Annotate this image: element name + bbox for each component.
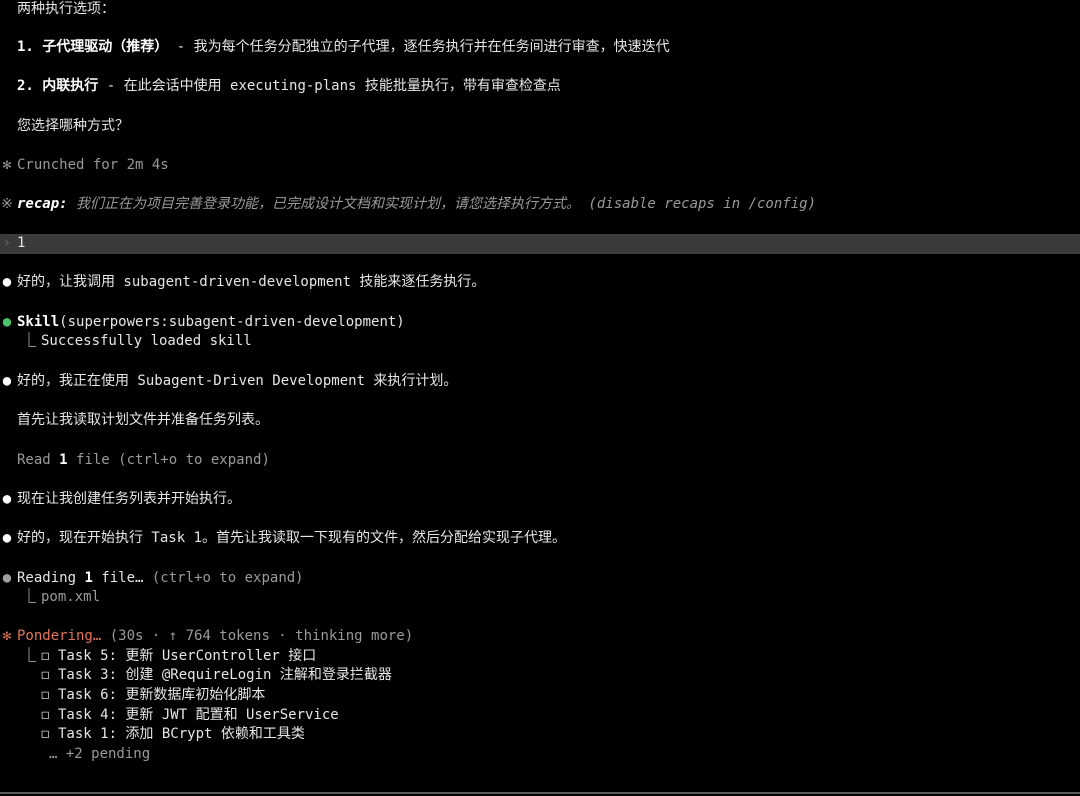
read-suffix: file (ctrl+o to expand) xyxy=(67,452,270,468)
status-line: ✻ Pondering… (30s · ↑ 764 tokens · think… xyxy=(0,627,1080,647)
tasks-pending: … +2 pending xyxy=(49,746,151,762)
skill-line: ● Skill(superpowers:subagent-driven-deve… xyxy=(0,313,1080,333)
option-2-line: 2. 内联执行 - 在此会话中使用 executing-plans 技能批量执行… xyxy=(0,77,1080,97)
message-line: 首先让我读取计划文件并准备任务列表。 xyxy=(0,411,1080,431)
task-label: Task 1: 添加 BCrypt 依赖和工具类 xyxy=(58,726,305,742)
task-label: Task 5: 更新 UserController 接口 xyxy=(58,648,317,664)
read-count: 1 xyxy=(59,452,68,468)
message-text: 首先让我读取计划文件并准备任务列表。 xyxy=(17,412,269,428)
tasks-pending-line: … +2 pending xyxy=(0,745,1080,765)
checkbox-icon: ◻ xyxy=(41,648,50,664)
bullet-icon: ● xyxy=(2,491,12,507)
task-item: ⎿ ◻ Task 5: 更新 UserController 接口 xyxy=(0,647,1080,667)
reading-file-line[interactable]: ● Reading 1 file… (ctrl+o to expand) xyxy=(0,569,1080,589)
user-input-line[interactable]: › 1 xyxy=(0,234,1080,254)
option-1-title: 1. 子代理驱动（推荐） xyxy=(17,39,169,55)
options-heading: 两种执行选项： xyxy=(17,1,115,17)
status: Pondering… (30s · ↑ 764 tokens · thinkin… xyxy=(17,627,413,647)
tree-branch-icon: ⎿ xyxy=(22,589,36,605)
bullet-icon: ● xyxy=(2,274,12,290)
status-detail: (30s · ↑ 764 tokens · thinking more) xyxy=(101,628,414,644)
reading-file-name: pom.xml xyxy=(41,589,101,605)
message-line: ● 好的，让我调用 subagent-driven-development 技能… xyxy=(0,273,1080,293)
task-label: Task 3: 创建 @RequireLogin 注解和登录拦截器 xyxy=(58,667,392,683)
option-1: 1. 子代理驱动（推荐） - 我为每个任务分配独立的子代理，逐任务执行并在任务间… xyxy=(17,38,670,58)
read-prefix: Read xyxy=(17,452,60,468)
status-label: Pondering… xyxy=(17,628,102,644)
task-item: ◻ Task 1: 添加 BCrypt 依赖和工具类 xyxy=(0,725,1080,745)
user-input-value: 1 xyxy=(17,235,26,251)
checkbox-icon: ◻ xyxy=(41,707,50,723)
terminal-window: 两种执行选项： 1. 子代理驱动（推荐） - 我为每个任务分配独立的子代理，逐任… xyxy=(0,0,1080,796)
question-line: 您选择哪种方式？ xyxy=(0,117,1080,137)
message-text: 好的，我正在使用 Subagent-Driven Development 来执行… xyxy=(17,373,458,389)
skill-result: Successfully loaded skill xyxy=(41,333,252,349)
reading-prefix: Reading xyxy=(17,570,85,586)
message-line: ● 好的，我正在使用 Subagent-Driven Development 来… xyxy=(0,372,1080,392)
crunched-text: Crunched for 2m 4s xyxy=(17,157,169,173)
tree-branch-icon: ⎿ xyxy=(22,648,36,664)
options-heading-line: 两种执行选项： xyxy=(0,0,1080,20)
task-item: ◻ Task 3: 创建 @RequireLogin 注解和登录拦截器 xyxy=(0,666,1080,686)
checkbox-icon: ◻ xyxy=(41,726,50,742)
success-dot-icon: ● xyxy=(2,314,12,330)
read-file-summary[interactable]: Read 1 file (ctrl+o to expand) xyxy=(17,451,270,471)
skill-name: Skill xyxy=(17,314,60,330)
recap-line: ※ recap: 我们正在为项目完善登录功能，已完成设计文档和实现计划，请您选择… xyxy=(0,195,1080,215)
message-line: ● 好的，现在开始执行 Task 1。首先让我读取一下现有的文件，然后分配给实现… xyxy=(0,529,1080,549)
bullet-icon: ● xyxy=(2,373,12,389)
reading-file-summary[interactable]: Reading 1 file… (ctrl+o to expand) xyxy=(17,569,304,589)
option-2-title: 2. 内联执行 xyxy=(17,78,99,94)
asterisk-icon: ✻ xyxy=(2,157,12,173)
task-item: ◻ Task 4: 更新 JWT 配置和 UserService xyxy=(0,706,1080,726)
reading-suffix: file… xyxy=(92,570,144,586)
recap-text: 我们正在为项目完善登录功能，已完成设计文档和实现计划，请您选择执行方式。 (di… xyxy=(67,196,817,212)
reference-mark-icon: ※ xyxy=(1,196,13,212)
task-item: ◻ Task 6: 更新数据库初始化脚本 xyxy=(0,686,1080,706)
crunched-line: ✻ Crunched for 2m 4s xyxy=(0,156,1080,176)
progress-dot-icon: ● xyxy=(2,570,12,586)
read-file-line[interactable]: Read 1 file (ctrl+o to expand) xyxy=(0,451,1080,471)
reading-count: 1 xyxy=(84,570,93,586)
option-1-desc: - 我为每个任务分配独立的子代理，逐任务执行并在任务间进行审查，快速迭代 xyxy=(168,39,670,55)
task-label: Task 4: 更新 JWT 配置和 UserService xyxy=(58,707,339,723)
option-1-line: 1. 子代理驱动（推荐） - 我为每个任务分配独立的子代理，逐任务执行并在任务间… xyxy=(0,38,1080,58)
skill-arg: (superpowers:subagent-driven-development… xyxy=(59,314,405,330)
tree-branch-icon: ⎿ xyxy=(22,333,36,349)
message-text: 好的，让我调用 subagent-driven-development 技能来逐… xyxy=(17,274,486,290)
reading-hint: (ctrl+o to expand) xyxy=(143,570,304,586)
skill-result-line: ⎿ Successfully loaded skill xyxy=(0,332,1080,352)
skill-call: Skill(superpowers:subagent-driven-develo… xyxy=(17,313,405,333)
checkbox-icon: ◻ xyxy=(41,667,50,683)
checkbox-icon: ◻ xyxy=(41,687,50,703)
spinner-asterisk-icon: ✻ xyxy=(2,628,12,644)
prompt-chevron-icon: › xyxy=(2,235,12,251)
message-text: 现在让我创建任务列表并开始执行。 xyxy=(17,491,241,507)
bullet-icon: ● xyxy=(2,530,12,546)
option-2: 2. 内联执行 - 在此会话中使用 executing-plans 技能批量执行… xyxy=(17,77,561,97)
reading-file-child-line: ⎿ pom.xml xyxy=(0,588,1080,608)
input-divider xyxy=(0,792,1080,794)
option-2-desc: - 在此会话中使用 executing-plans 技能批量执行，带有审查检查点 xyxy=(98,78,561,94)
task-label: Task 6: 更新数据库初始化脚本 xyxy=(58,687,266,703)
message-line: ● 现在让我创建任务列表并开始执行。 xyxy=(0,490,1080,510)
question-text: 您选择哪种方式？ xyxy=(17,118,129,134)
message-text: 好的，现在开始执行 Task 1。首先让我读取一下现有的文件，然后分配给实现子代… xyxy=(17,530,566,546)
recap: recap: 我们正在为项目完善登录功能，已完成设计文档和实现计划，请您选择执行… xyxy=(17,195,816,215)
recap-label: recap: xyxy=(17,196,68,212)
